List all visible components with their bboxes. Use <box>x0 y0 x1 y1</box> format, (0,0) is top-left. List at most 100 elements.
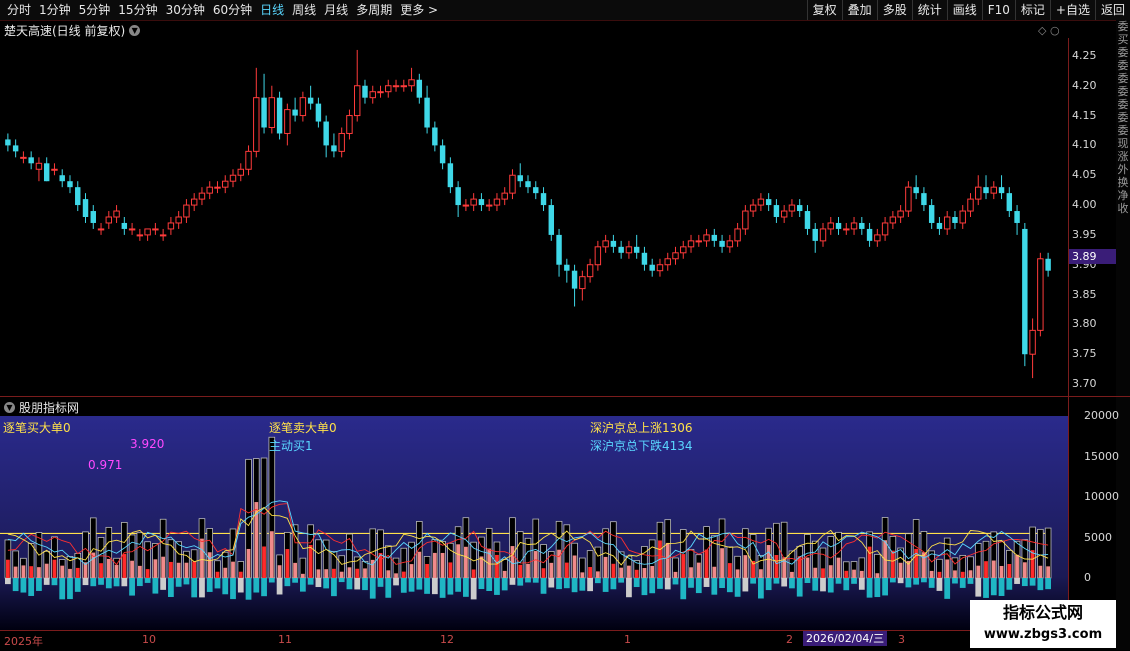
candle <box>525 175 531 194</box>
candle-body <box>105 216 113 224</box>
candle <box>400 79 408 92</box>
negative-bar <box>43 578 50 585</box>
candle <box>253 67 260 158</box>
candle-body <box>245 150 252 170</box>
inner-bar <box>471 569 476 578</box>
toolbar-button-7[interactable]: +自选 <box>1049 0 1095 20</box>
toolbar-button-4[interactable]: 画线 <box>946 0 982 20</box>
tab-2[interactable]: 5分钟 <box>76 2 116 18</box>
inner-bar <box>960 571 965 578</box>
candle-body <box>672 252 679 260</box>
candle-body <box>400 85 408 88</box>
tab-4[interactable]: 30分钟 <box>163 2 210 18</box>
price-tick: 3.95 <box>1072 227 1097 241</box>
inner-bar <box>153 559 158 578</box>
inner-bar <box>627 565 631 578</box>
candle <box>90 205 96 229</box>
side-char-8: 委 <box>1117 124 1129 137</box>
negative-bar <box>641 578 648 596</box>
toolbar-button-6[interactable]: 标记 <box>1014 0 1050 20</box>
candle-body <box>485 204 493 207</box>
side-char-2: 委 <box>1117 46 1129 59</box>
negative-bar <box>152 578 159 594</box>
tab-1[interactable]: 1分钟 <box>36 2 76 18</box>
inner-bar <box>564 562 569 578</box>
candlestick-chart[interactable] <box>0 38 1068 396</box>
negative-bar <box>602 578 609 592</box>
toolbar-button-1[interactable]: 叠加 <box>841 0 877 20</box>
tab-9[interactable]: 多周期 <box>353 2 397 18</box>
candle-body <box>812 228 818 241</box>
inner-bar <box>813 567 818 578</box>
candle-body <box>144 228 151 236</box>
candle <box>1045 252 1051 277</box>
candle-body <box>346 115 353 134</box>
inner-bar <box>339 571 344 578</box>
tab-7[interactable]: 周线 <box>289 2 321 18</box>
inner-bar <box>836 557 841 578</box>
candle <box>734 222 741 247</box>
candle <box>323 115 329 158</box>
tab-6[interactable]: 日线 <box>257 2 289 18</box>
inner-bar <box>13 566 18 578</box>
candle <box>144 228 151 241</box>
negative-bar <box>796 578 803 597</box>
negative-bar <box>587 578 593 592</box>
candle <box>478 193 485 212</box>
inner-bar <box>130 560 134 578</box>
chevron-down-icon[interactable]: ▼ <box>129 25 141 36</box>
tab-5[interactable]: 60分钟 <box>210 2 257 18</box>
negative-bar <box>121 578 128 587</box>
price-tick: 3.80 <box>1072 317 1097 331</box>
negative-bar <box>750 578 757 584</box>
side-info-strip[interactable]: 委买委委委委委委委现涨外换净收 <box>1116 20 1130 650</box>
inner-bar <box>603 556 608 578</box>
inner-bar <box>495 554 499 578</box>
negative-bar <box>191 578 198 598</box>
candle <box>983 175 989 200</box>
candle-body <box>229 174 237 182</box>
candle-body <box>1006 193 1013 212</box>
candle-body <box>680 246 687 254</box>
toolbar-button-8[interactable]: 返回 <box>1094 0 1130 20</box>
inner-bar <box>922 552 926 578</box>
candle <box>485 199 493 212</box>
toolbar-button-0[interactable]: 复权 <box>806 0 842 20</box>
toolbar-button-5[interactable]: F10 <box>981 0 1015 20</box>
negative-bar <box>408 578 415 592</box>
candle-body <box>509 174 516 194</box>
chevron-down-icon[interactable]: ▼ <box>4 402 15 413</box>
negative-bar <box>843 578 850 591</box>
inner-bar <box>580 572 585 578</box>
inner-bar <box>440 552 445 578</box>
candle-body <box>533 187 539 194</box>
candle <box>656 258 664 277</box>
side-char-4: 委 <box>1117 72 1129 85</box>
negative-bar <box>726 578 733 593</box>
candle-body <box>967 198 974 212</box>
tab-10[interactable]: 更多 > <box>397 2 443 18</box>
candle-body <box>742 210 749 230</box>
negative-bar <box>711 578 718 595</box>
tab-8[interactable]: 月线 <box>321 2 353 18</box>
current-price-tag: 3.89 <box>1069 249 1117 264</box>
negative-bar <box>385 578 392 598</box>
toolbar-button-3[interactable]: 统计 <box>911 0 947 20</box>
candle <box>680 240 687 259</box>
tab-0[interactable]: 分时 <box>4 2 36 18</box>
candle <box>594 240 602 271</box>
candle <box>385 79 392 98</box>
negative-bar <box>261 578 267 597</box>
toolbar-button-2[interactable]: 多股 <box>876 0 912 20</box>
negative-bar <box>540 578 547 594</box>
panel-divider[interactable] <box>0 396 1130 397</box>
candle <box>43 157 50 182</box>
candle <box>183 199 190 223</box>
candle <box>206 181 213 200</box>
side-char-9: 现 <box>1117 137 1129 150</box>
diamond-icon[interactable]: ◇ ○ <box>1038 24 1060 37</box>
candle-body <box>167 222 175 230</box>
candle <box>152 222 159 235</box>
tab-3[interactable]: 15分钟 <box>115 2 162 18</box>
negative-bar <box>618 578 625 583</box>
